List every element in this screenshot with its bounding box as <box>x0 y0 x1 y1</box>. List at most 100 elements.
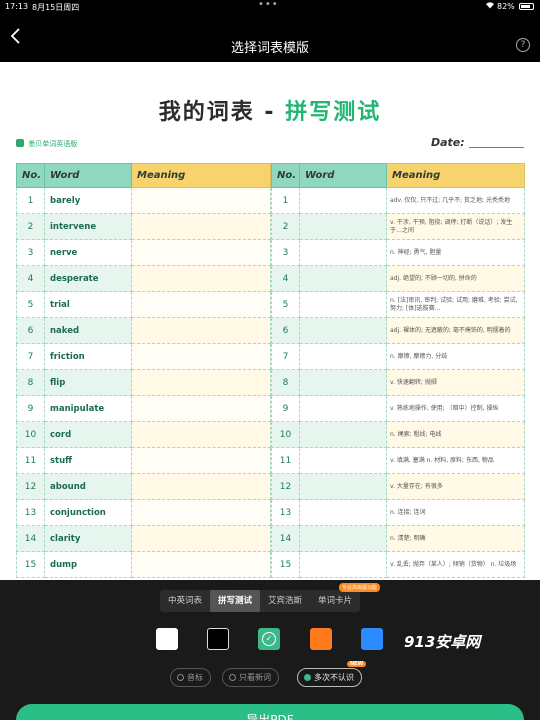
row-number: 13 <box>16 499 45 526</box>
multitask-dots-icon[interactable]: ••• <box>258 0 279 10</box>
row-number: 15 <box>271 551 300 578</box>
header-meaning: Meaning <box>131 163 271 188</box>
row-number: 4 <box>271 265 300 292</box>
table-row: 3 n. 神经; 勇气, 胆量 <box>271 239 525 266</box>
status-date: 8月15日周四 <box>32 3 80 12</box>
table-row: 11 stuff <box>16 447 271 474</box>
row-meaning-blank <box>131 499 271 526</box>
table-row: 7 n. 摩擦, 摩擦力, 分歧 <box>271 343 525 370</box>
row-word: dump <box>44 551 132 578</box>
export-pdf-button[interactable]: 导出PDF <box>16 704 524 720</box>
table-row: 5 n. [法]审讯, 审判; 试验; 试用; 磨难, 考验; 尝试, 努力; [… <box>271 291 525 318</box>
sheet-title: 我的词表 - 拼写测试 <box>0 94 540 126</box>
row-number: 4 <box>16 265 45 292</box>
row-word-blank <box>299 213 387 240</box>
screen: 17:13 8月15日周四 ••• 82% 选择词表模版 ? 我的词表 - 拼写… <box>0 0 540 720</box>
new-badge: NEW <box>347 661 367 667</box>
row-word: desperate <box>44 265 132 292</box>
date-line <box>469 147 524 148</box>
row-number: 9 <box>16 395 45 422</box>
row-word: nerve <box>44 239 132 266</box>
row-word: cord <box>44 421 132 448</box>
table-row: 12 v. 大量存在; 有很多 <box>271 473 525 500</box>
option-only-new[interactable]: 只看新词 <box>222 668 279 687</box>
row-meaning-blank <box>131 551 271 578</box>
table-row: 15 dump <box>16 551 271 578</box>
color-swatch-black[interactable] <box>207 628 229 650</box>
table-row: 1 barely <box>16 187 271 214</box>
row-number: 14 <box>271 525 300 552</box>
row-word: stuff <box>44 447 132 474</box>
header-no: No. <box>271 163 300 188</box>
battery-percent: 82% <box>497 2 515 11</box>
row-word-blank <box>299 291 387 318</box>
template-tab[interactable]: 单词卡片 <box>310 590 360 612</box>
row-meaning: v. 填满, 塞满 n. 材料, 原料; 东西, 物品 <box>386 447 525 474</box>
option-label: 多次不认识 <box>314 673 354 682</box>
row-number: 1 <box>16 187 45 214</box>
row-word: abound <box>44 473 132 500</box>
row-meaning: adj. 裸体的; 无遮蔽的; 毫不掩饰的, 明摆着的 <box>386 317 525 344</box>
word-table-left: No. Word Meaning 1 barely 2 intervene 3 nerve… <box>16 163 271 578</box>
row-number: 8 <box>271 369 300 396</box>
color-swatch-green[interactable]: ✓ <box>258 628 280 650</box>
row-meaning-blank <box>131 239 271 266</box>
table-row: 15 v. 乱丢; 抛弃（某人）; 倾销（货物） n. 垃圾场 <box>271 551 525 578</box>
row-number: 2 <box>16 213 45 240</box>
row-meaning: n. 绳索; 粗线; 电线 <box>386 421 525 448</box>
template-tab[interactable]: 艾宾浩斯 <box>260 590 310 612</box>
app-logo-label: 墨贝单词英语版 <box>28 140 78 148</box>
row-meaning-blank <box>131 447 271 474</box>
table-header-row: No. Word Meaning <box>16 163 271 188</box>
row-word-blank <box>299 369 387 396</box>
status-time: 17:13 <box>5 2 29 11</box>
row-meaning-blank <box>131 525 271 552</box>
row-word-blank <box>299 421 387 448</box>
wifi-icon <box>485 1 495 11</box>
help-icon[interactable]: ? <box>516 38 530 52</box>
row-number: 9 <box>271 395 300 422</box>
row-number: 7 <box>16 343 45 370</box>
row-word-blank <box>299 447 387 474</box>
row-meaning-blank <box>131 265 271 292</box>
row-meaning: n. 连接; 连词 <box>386 499 525 526</box>
color-swatch-blue[interactable] <box>361 628 383 650</box>
sheet-title-mode: 拼写测试 <box>285 100 382 125</box>
header-no: No. <box>16 163 45 188</box>
header-word: Word <box>44 163 132 188</box>
table-row: 5 trial <box>16 291 271 318</box>
row-meaning: v. 熟练地操作, 使用; （暗中）控制, 操纵 <box>386 395 525 422</box>
row-meaning: n. [法]审讯, 审判; 试验; 试用; 磨难, 考验; 尝试, 努力; [体… <box>386 291 525 318</box>
table-row: 9 v. 熟练地操作, 使用; （暗中）控制, 操纵 <box>271 395 525 422</box>
row-word: trial <box>44 291 132 318</box>
row-word-blank <box>299 317 387 344</box>
option-label: 音标 <box>187 673 203 682</box>
row-number: 6 <box>271 317 300 344</box>
template-tab[interactable]: 中英词表 <box>160 590 210 612</box>
status-bar: 17:13 8月15日周四 ••• 82% <box>0 0 540 14</box>
row-number: 2 <box>271 213 300 240</box>
table-row: 2 intervene <box>16 213 271 240</box>
row-number: 8 <box>16 369 45 396</box>
row-number: 1 <box>271 187 300 214</box>
color-swatch-orange[interactable] <box>310 628 332 650</box>
page-title: 选择词表模版 <box>230 41 309 56</box>
color-swatch-white[interactable] <box>156 628 178 650</box>
option-often-wrong[interactable]: 多次不认识 <box>297 668 362 687</box>
app-logo-icon <box>16 139 24 147</box>
row-meaning: v. 快速翻转; 抛掷 <box>386 369 525 396</box>
row-word-blank <box>299 395 387 422</box>
row-meaning-blank <box>131 421 271 448</box>
template-preview: 我的词表 - 拼写测试 墨贝单词英语版 Date: No. Word Meani… <box>0 62 540 580</box>
row-meaning-blank <box>131 213 271 240</box>
table-row: 12 abound <box>16 473 271 500</box>
template-tab[interactable]: 拼写测试 <box>210 590 261 612</box>
row-word: barely <box>44 187 132 214</box>
row-number: 10 <box>16 421 45 448</box>
row-meaning-blank <box>131 369 271 396</box>
row-word: naked <box>44 317 132 344</box>
pro-feature-badge: 专业高级版功能 <box>339 583 381 592</box>
option-phonetic[interactable]: 音标 <box>170 668 211 687</box>
row-meaning-blank <box>131 343 271 370</box>
table-row: 2 v. 干涉, 干预, 阻挠; 调停; 打断（说话）; 发生于…之间 <box>271 213 525 240</box>
